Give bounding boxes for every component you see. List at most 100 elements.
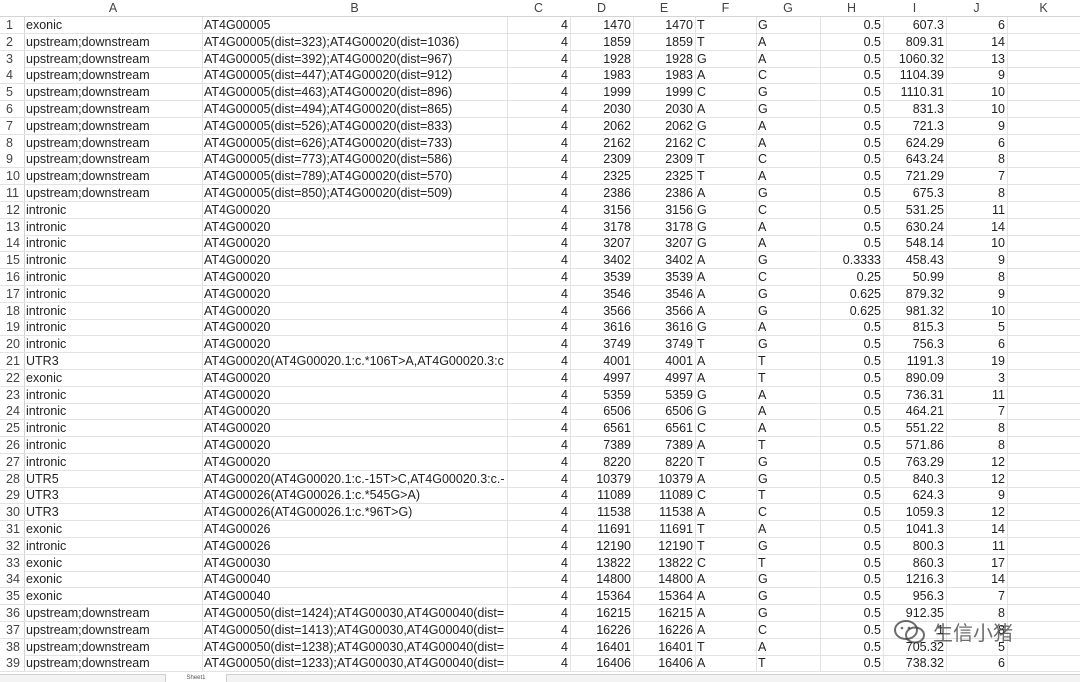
cell-h[interactable]: 0.5 <box>820 605 884 622</box>
cell-d[interactable]: 2030 <box>570 101 634 118</box>
cell-j[interactable]: 12 <box>946 470 1008 488</box>
cell-a[interactable]: upstream;downstream <box>24 638 203 656</box>
cell-j[interactable]: 9 <box>946 487 1008 505</box>
cell-f[interactable]: G <box>695 235 757 253</box>
cell-j[interactable]: 8 <box>946 269 1008 286</box>
cell-b[interactable]: AT4G00020 <box>202 235 508 253</box>
cell-e[interactable]: 1470 <box>633 17 696 34</box>
cell-d[interactable]: 6506 <box>570 403 634 421</box>
cell-j[interactable]: 17 <box>946 554 1008 572</box>
cell-e[interactable]: 2386 <box>633 185 696 202</box>
cell-e[interactable]: 1999 <box>633 84 696 102</box>
cell-a[interactable]: upstream;downstream <box>24 33 203 51</box>
cell-g[interactable]: A <box>756 218 821 236</box>
cell-h[interactable]: 0.5 <box>820 437 884 454</box>
cell-j[interactable]: 9 <box>946 117 1008 135</box>
cell-e[interactable]: 4001 <box>633 353 696 370</box>
cell-d[interactable]: 8220 <box>570 453 634 471</box>
cell-h[interactable]: 0.5 <box>820 369 884 387</box>
row-header[interactable]: 29 <box>0 487 25 505</box>
cell-e[interactable]: 16215 <box>633 605 696 622</box>
cell-b[interactable]: AT4G00026(AT4G00026.1:c.*545G>A) <box>202 487 508 505</box>
cell-g[interactable]: G <box>756 84 821 102</box>
cell-i[interactable]: 607.3 <box>883 17 947 34</box>
column-header-g[interactable]: G <box>756 0 821 17</box>
cell-j[interactable]: 5 <box>946 319 1008 337</box>
cell-f[interactable]: C <box>695 84 757 102</box>
column-header-h[interactable]: H <box>820 0 884 17</box>
cell-f[interactable]: A <box>695 655 757 673</box>
cell-k[interactable] <box>1007 403 1080 421</box>
cell-k[interactable] <box>1007 202 1080 219</box>
cell-c[interactable]: 4 <box>507 537 571 555</box>
cell-h[interactable]: 0.5 <box>820 353 884 370</box>
row-header[interactable]: 8 <box>0 134 25 152</box>
cell-i[interactable]: 1060.32 <box>883 50 947 68</box>
cell-i[interactable]: 1216.3 <box>883 571 947 589</box>
cell-e[interactable]: 3546 <box>633 285 696 303</box>
cell-h[interactable]: 0.5 <box>820 134 884 152</box>
cell-c[interactable]: 4 <box>507 168 571 186</box>
cell-k[interactable] <box>1007 84 1080 102</box>
cell-c[interactable]: 4 <box>507 638 571 656</box>
cell-i[interactable]: 860.3 <box>883 554 947 572</box>
cell-k[interactable] <box>1007 101 1080 118</box>
cell-d[interactable]: 11538 <box>570 504 634 522</box>
cell-k[interactable] <box>1007 639 1080 656</box>
cell-a[interactable]: intronic <box>24 319 203 337</box>
cell-f[interactable]: G <box>695 319 757 337</box>
cell-f[interactable]: A <box>695 571 757 589</box>
column-header-d[interactable]: D <box>570 0 634 17</box>
cell-k[interactable] <box>1007 571 1080 589</box>
cell-f[interactable]: A <box>695 302 757 320</box>
cell-a[interactable]: upstream;downstream <box>24 185 203 202</box>
cell-g[interactable]: C <box>756 621 821 639</box>
cell-b[interactable]: AT4G00020 <box>202 201 508 219</box>
cell-f[interactable]: T <box>695 521 757 538</box>
cell-g[interactable]: C <box>756 67 821 85</box>
cell-h[interactable]: 0.5 <box>820 403 884 421</box>
cell-e[interactable]: 1983 <box>633 67 696 85</box>
cell-c[interactable]: 4 <box>507 151 571 169</box>
cell-d[interactable]: 3156 <box>570 201 634 219</box>
cell-f[interactable]: G <box>695 386 757 404</box>
cell-d[interactable]: 3749 <box>570 336 634 354</box>
cell-j[interactable]: 8 <box>946 185 1008 202</box>
cell-e[interactable]: 5359 <box>633 386 696 404</box>
cell-a[interactable]: UTR5 <box>24 470 203 488</box>
cell-j[interactable]: 14 <box>946 571 1008 589</box>
cell-j[interactable]: 7 <box>946 403 1008 421</box>
cell-a[interactable]: intronic <box>24 420 203 438</box>
cell-d[interactable]: 3616 <box>570 319 634 337</box>
cell-h[interactable]: 0.5 <box>820 655 884 673</box>
cell-k[interactable] <box>1007 504 1080 522</box>
cell-e[interactable]: 2062 <box>633 117 696 135</box>
cell-c[interactable]: 4 <box>507 67 571 85</box>
cell-j[interactable]: 11 <box>946 201 1008 219</box>
cell-k[interactable] <box>1007 370 1080 387</box>
cell-d[interactable]: 12190 <box>570 537 634 555</box>
cell-h[interactable]: 0.5 <box>820 336 884 354</box>
cell-f[interactable]: G <box>695 117 757 135</box>
cell-b[interactable]: AT4G00050(dist=1413);AT4G00030,AT4G00040… <box>202 621 508 639</box>
cell-c[interactable]: 4 <box>507 50 571 68</box>
cell-k[interactable] <box>1007 34 1080 51</box>
cell-g[interactable]: A <box>756 521 821 538</box>
cell-k[interactable] <box>1007 471 1080 488</box>
cell-g[interactable]: G <box>756 302 821 320</box>
row-header[interactable]: 30 <box>0 504 25 522</box>
row-header[interactable]: 1 <box>0 17 25 34</box>
cell-j[interactable]: 6 <box>946 655 1008 673</box>
cell-i[interactable]: 763.29 <box>883 453 947 471</box>
cell-e[interactable]: 2030 <box>633 101 696 118</box>
cell-d[interactable]: 3566 <box>570 302 634 320</box>
cell-b[interactable]: AT4G00005(dist=773);AT4G00020(dist=586) <box>202 151 508 169</box>
cell-f[interactable]: T <box>695 453 757 471</box>
cell-f[interactable]: A <box>695 101 757 118</box>
cell-k[interactable] <box>1007 487 1080 505</box>
cell-a[interactable]: UTR3 <box>24 504 203 522</box>
cell-d[interactable]: 4001 <box>570 353 634 370</box>
cell-e[interactable]: 1928 <box>633 50 696 68</box>
cell-g[interactable]: A <box>756 168 821 186</box>
cell-g[interactable]: A <box>756 403 821 421</box>
